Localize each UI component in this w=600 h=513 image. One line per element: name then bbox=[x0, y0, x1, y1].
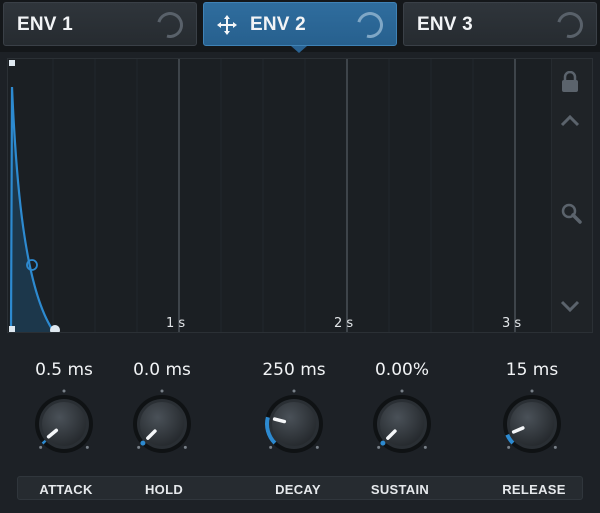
attack-label: ATTACK bbox=[39, 482, 93, 497]
tab-label: ENV 2 bbox=[250, 14, 306, 35]
tab-env-2[interactable]: ENV 2 bbox=[203, 2, 397, 46]
envelope-graph[interactable]: 1 s 2 s 3 s bbox=[7, 58, 593, 333]
tab-env-1[interactable]: ENV 1 bbox=[3, 2, 197, 46]
chevron-up-icon[interactable] bbox=[560, 114, 584, 138]
release-label: RELEASE bbox=[502, 482, 566, 497]
hold-label: HOLD bbox=[144, 482, 184, 497]
move-drag-icon[interactable] bbox=[216, 14, 238, 36]
decay-knob[interactable] bbox=[258, 388, 330, 460]
envelope-canvas[interactable] bbox=[8, 59, 554, 332]
decay-label: DECAY bbox=[275, 482, 321, 497]
attack-handle[interactable] bbox=[9, 60, 15, 66]
sustain-label: SUSTAIN bbox=[370, 482, 430, 497]
zoom-icon[interactable] bbox=[560, 202, 584, 226]
tab-label: ENV 1 bbox=[17, 14, 73, 35]
second-grid bbox=[178, 59, 516, 332]
time-marker-3s: 3 s bbox=[502, 316, 522, 331]
release-value[interactable]: 15 ms bbox=[487, 360, 577, 380]
release-knob[interactable] bbox=[496, 388, 568, 460]
modulation-ring-icon bbox=[552, 7, 588, 43]
tab-env-3[interactable]: ENV 3 bbox=[403, 2, 597, 46]
decay-value[interactable]: 250 ms bbox=[249, 360, 339, 380]
time-marker-2s: 2 s bbox=[334, 316, 354, 331]
lock-icon[interactable] bbox=[560, 71, 584, 95]
tab-label: ENV 3 bbox=[417, 14, 473, 35]
sustain-knob[interactable] bbox=[366, 388, 438, 460]
time-marker-1s: 1 s bbox=[166, 316, 186, 331]
knob-pointer bbox=[272, 417, 287, 424]
modulation-ring-icon bbox=[152, 7, 188, 43]
envelope-controls: 0.5 ms 0.0 ms 250 ms 0.00% 15 ms ATTACK … bbox=[0, 338, 600, 513]
active-tab-pointer bbox=[291, 46, 307, 53]
attack-value[interactable]: 0.5 ms bbox=[19, 360, 109, 380]
envelope-tab-bar: ENV 1 ENV 2 ENV 3 bbox=[0, 0, 600, 52]
chevron-down-icon[interactable] bbox=[560, 299, 584, 323]
envelope-fill bbox=[11, 87, 54, 332]
sustain-value[interactable]: 0.00% bbox=[357, 360, 447, 380]
modulation-ring-icon bbox=[352, 7, 388, 43]
attack-knob[interactable] bbox=[28, 388, 100, 460]
hold-knob[interactable] bbox=[126, 388, 198, 460]
minor-grid bbox=[52, 59, 474, 332]
hold-value[interactable]: 0.0 ms bbox=[117, 360, 207, 380]
start-handle[interactable] bbox=[9, 326, 15, 332]
graph-toolbar bbox=[551, 59, 592, 332]
